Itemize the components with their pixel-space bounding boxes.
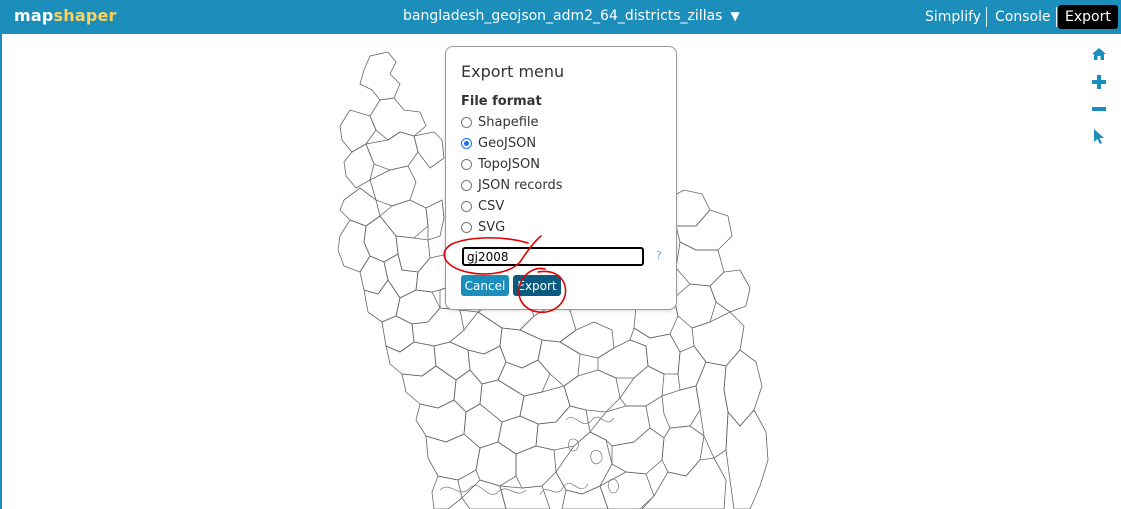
district-outline bbox=[691, 311, 745, 367]
district-outline bbox=[673, 283, 717, 329]
export-menu-button[interactable]: Export bbox=[1058, 5, 1118, 29]
format-option-label: Shapefile bbox=[478, 115, 539, 130]
district-outline bbox=[413, 131, 445, 169]
district-outline bbox=[363, 279, 401, 323]
district-outline bbox=[343, 143, 375, 189]
district-outline bbox=[415, 399, 467, 443]
menu-separator bbox=[1056, 7, 1057, 27]
district-outline bbox=[379, 199, 429, 239]
district-outline bbox=[661, 385, 701, 429]
district-outline bbox=[425, 433, 481, 481]
district-outline bbox=[661, 425, 705, 477]
left-panel-edge bbox=[0, 34, 2, 509]
format-option-label: TopoJSON bbox=[478, 157, 540, 172]
export-dialog: Export menu File format Shapefile GeoJSO… bbox=[445, 46, 677, 310]
radio-button[interactable] bbox=[461, 159, 472, 170]
district-outline bbox=[641, 457, 727, 509]
coast-island-outline bbox=[568, 438, 579, 452]
format-option-label: JSON records bbox=[478, 178, 563, 193]
coast-island-outline bbox=[590, 449, 603, 465]
file-format-label: File format bbox=[461, 94, 542, 109]
logo-text-map: map bbox=[14, 6, 54, 25]
format-option-label: SVG bbox=[478, 220, 506, 235]
export-button[interactable]: Export bbox=[513, 275, 561, 296]
console-button[interactable]: Console bbox=[988, 5, 1058, 29]
district-outline bbox=[431, 475, 463, 509]
simplify-button[interactable]: Simplify bbox=[918, 5, 988, 29]
district-outline bbox=[619, 365, 665, 407]
format-option-label: GeoJSON bbox=[478, 136, 537, 151]
district-outline bbox=[475, 441, 517, 487]
district-outline bbox=[555, 431, 613, 495]
district-outline bbox=[479, 379, 525, 423]
menu-separator bbox=[986, 7, 987, 27]
district-outline bbox=[401, 365, 457, 409]
district-outline bbox=[359, 51, 401, 101]
coast-island-outline bbox=[608, 478, 619, 494]
district-outline bbox=[411, 307, 465, 347]
dialog-title: Export menu bbox=[461, 62, 565, 81]
district-outline bbox=[449, 311, 503, 355]
layer-selector[interactable]: bangladesh_geojson_adm2_64_districts_zil… bbox=[403, 8, 740, 24]
district-outline bbox=[589, 405, 651, 447]
river-delta-outline bbox=[539, 483, 589, 496]
home-icon[interactable] bbox=[1091, 46, 1107, 62]
mapshaper-logo: mapshaper bbox=[14, 6, 117, 25]
radio-button[interactable] bbox=[461, 201, 472, 212]
district-outline bbox=[425, 199, 445, 241]
zoom-out-icon[interactable] bbox=[1091, 101, 1107, 117]
district-outline bbox=[519, 385, 571, 425]
help-icon[interactable]: ? bbox=[656, 249, 662, 262]
district-outline bbox=[467, 345, 507, 385]
district-outline bbox=[709, 269, 751, 313]
caret-down-icon: ▼ bbox=[730, 9, 740, 23]
district-outline bbox=[461, 479, 507, 509]
district-outline bbox=[515, 445, 557, 489]
format-option-label: CSV bbox=[478, 199, 505, 214]
radio-button[interactable] bbox=[461, 180, 472, 191]
radio-button[interactable] bbox=[461, 222, 472, 233]
cancel-button[interactable]: Cancel bbox=[461, 275, 509, 296]
river-delta-outline bbox=[565, 416, 615, 425]
top-bar: mapshaper bangladesh_geojson_adm2_64_dis… bbox=[0, 0, 1121, 34]
layer-name: bangladesh_geojson_adm2_64_districts_zil… bbox=[403, 8, 723, 24]
district-outline bbox=[339, 109, 377, 153]
district-outline bbox=[695, 361, 729, 459]
export-options-input[interactable] bbox=[462, 247, 644, 266]
radio-button[interactable] bbox=[461, 117, 472, 128]
district-outline bbox=[677, 345, 707, 391]
radio-button-selected[interactable] bbox=[461, 138, 472, 149]
district-outline bbox=[725, 409, 769, 509]
pointer-icon[interactable] bbox=[1091, 128, 1107, 144]
district-outline bbox=[363, 215, 399, 263]
district-outline bbox=[497, 415, 539, 455]
logo-text-shaper: shaper bbox=[53, 6, 117, 25]
district-outline bbox=[599, 471, 655, 509]
district-outline bbox=[629, 327, 681, 375]
district-outline bbox=[611, 427, 665, 475]
zoom-in-icon[interactable] bbox=[1091, 74, 1107, 90]
district-outline bbox=[463, 403, 503, 449]
district-outline bbox=[535, 405, 591, 451]
